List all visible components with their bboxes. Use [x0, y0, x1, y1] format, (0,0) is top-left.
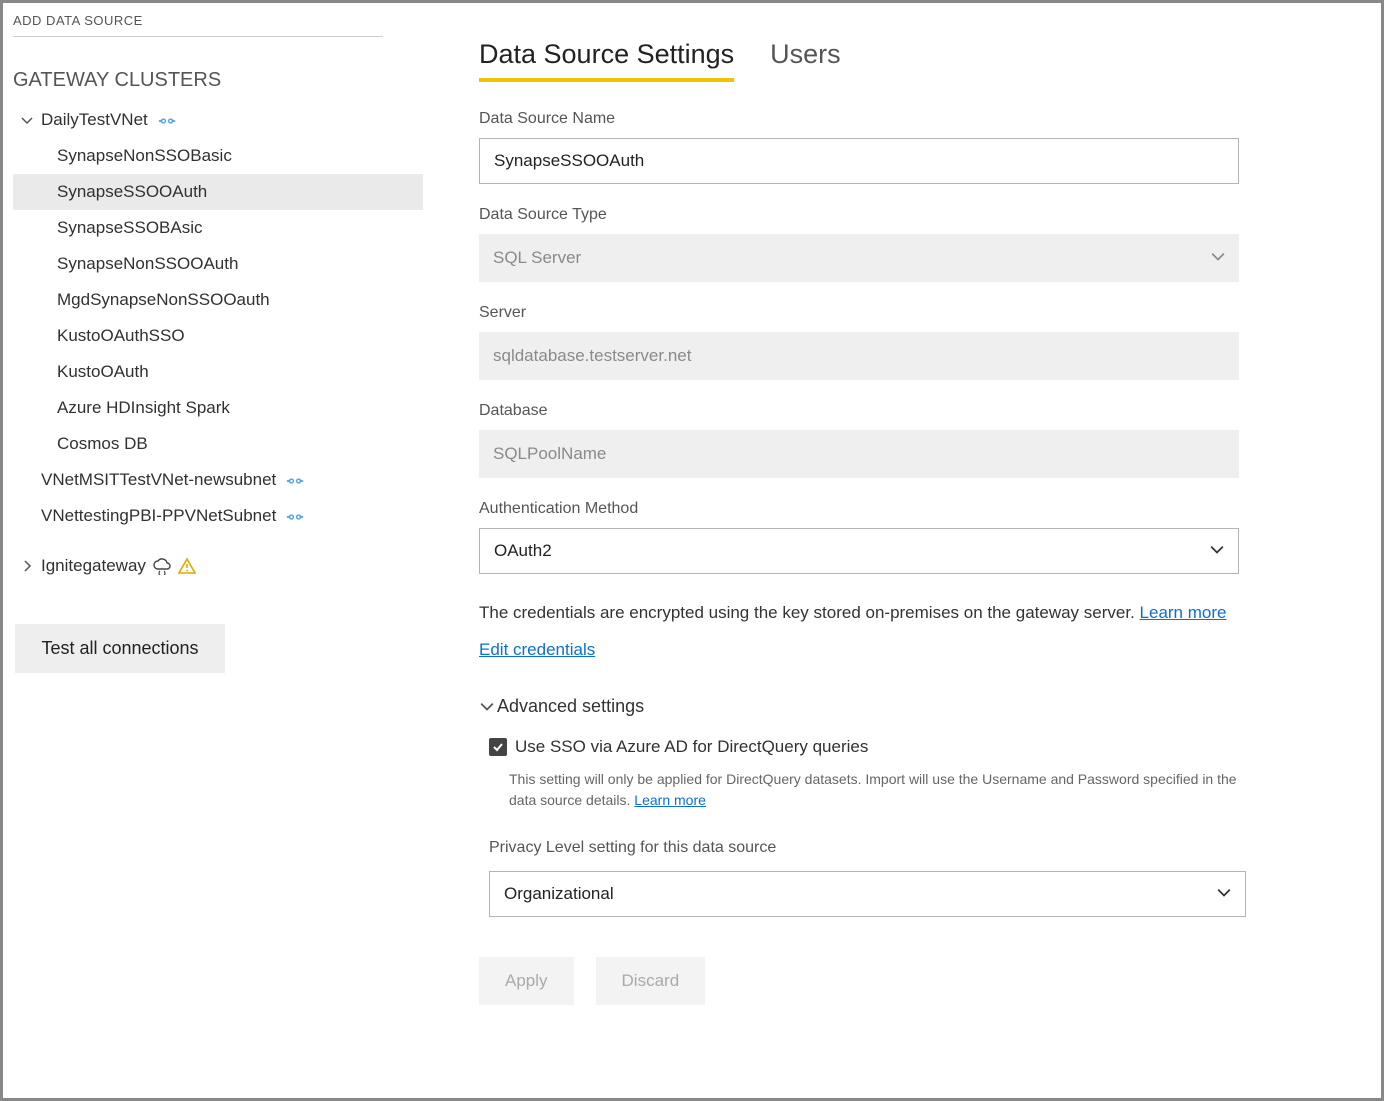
gateway-tree: DailyTestVNet SynapseNonSSOBasic Synapse… [3, 102, 423, 584]
sso-help-text: This setting will only be applied for Di… [489, 769, 1239, 811]
cluster-label: DailyTestVNet [41, 110, 148, 130]
datasource-item[interactable]: SynapseSSOBAsic [13, 210, 423, 246]
data-source-name-input[interactable] [479, 138, 1239, 184]
datasource-label: SynapseNonSSOBasic [57, 146, 232, 166]
sso-checkbox-label: Use SSO via Azure AD for DirectQuery que… [515, 737, 868, 757]
data-source-type-select: SQL Server [479, 234, 1239, 282]
label-database: Database [479, 402, 1239, 420]
chevron-down-icon [1211, 248, 1225, 268]
datasource-label: KustoOAuth [57, 362, 149, 382]
data-source-type-value: SQL Server [493, 248, 581, 268]
datasource-label: KustoOAuthSSO [57, 326, 185, 346]
cluster-label: Ignitegateway [41, 556, 146, 576]
label-ds-name: Data Source Name [479, 110, 1239, 128]
privacy-level-value: Organizational [504, 884, 614, 904]
label-ds-type: Data Source Type [479, 206, 1239, 224]
cluster-dailytestvnet[interactable]: DailyTestVNet [13, 102, 423, 138]
chevron-down-icon [479, 698, 495, 714]
gateway-clusters-heading: GATEWAY CLUSTERS [3, 37, 423, 102]
server-readonly: sqldatabase.testserver.net [479, 332, 1239, 380]
test-all-connections-button[interactable]: Test all connections [15, 624, 225, 673]
discard-button[interactable]: Discard [596, 957, 706, 1005]
sidebar: ADD DATA SOURCE GATEWAY CLUSTERS DailyTe… [3, 3, 423, 1098]
vnet-link-icon [286, 509, 304, 523]
tab-data-source-settings[interactable]: Data Source Settings [479, 39, 734, 82]
vnet-link-icon [158, 113, 176, 127]
chevron-right-icon [19, 558, 35, 574]
sso-help-body: This setting will only be applied for Di… [509, 771, 1237, 808]
datasource-item[interactable]: SynapseNonSSOBasic [13, 138, 423, 174]
datasource-label: SynapseSSOBAsic [57, 218, 203, 238]
tab-users[interactable]: Users [770, 39, 841, 82]
chevron-down-icon [1210, 541, 1224, 561]
cluster-vnettestingpbi[interactable]: VNettestingPBI-PPVNetSubnet [13, 498, 423, 534]
datasource-item[interactable]: Azure HDInsight Spark [13, 390, 423, 426]
add-data-source-link[interactable]: ADD DATA SOURCE [3, 9, 423, 36]
datasource-label: Azure HDInsight Spark [57, 398, 230, 418]
label-auth-method: Authentication Method [479, 500, 1239, 518]
privacy-level-select[interactable]: Organizational [489, 871, 1246, 917]
datasource-item[interactable]: MgdSynapseNonSSOOauth [13, 282, 423, 318]
datasource-label: SynapseNonSSOOAuth [57, 254, 238, 274]
datasource-item[interactable]: SynapseNonSSOOAuth [13, 246, 423, 282]
datasource-item[interactable]: Cosmos DB [13, 426, 423, 462]
sso-checkbox[interactable] [489, 738, 507, 756]
warning-icon [178, 557, 196, 575]
database-value: SQLPoolName [493, 444, 606, 464]
credentials-note: The credentials are encrypted using the … [479, 600, 1239, 626]
cluster-label: VNettestingPBI-PPVNetSubnet [41, 506, 276, 526]
datasource-label: Cosmos DB [57, 434, 148, 454]
apply-button[interactable]: Apply [479, 957, 574, 1005]
sso-learn-more-link[interactable]: Learn more [634, 792, 706, 808]
main-panel: Data Source Settings Users Data Source N… [423, 3, 1381, 1098]
label-server: Server [479, 304, 1239, 322]
datasource-label: SynapseSSOOAuth [57, 182, 207, 202]
datasource-item[interactable]: KustoOAuth [13, 354, 423, 390]
advanced-settings-label: Advanced settings [497, 696, 644, 717]
sso-checkbox-row[interactable]: Use SSO via Azure AD for DirectQuery que… [489, 737, 1239, 757]
cluster-ignitegateway[interactable]: Ignitegateway [13, 548, 423, 584]
advanced-settings-toggle[interactable]: Advanced settings [479, 696, 1239, 717]
datasource-label: MgdSynapseNonSSOOauth [57, 290, 270, 310]
auth-method-select[interactable]: OAuth2 [479, 528, 1239, 574]
database-readonly: SQLPoolName [479, 430, 1239, 478]
chevron-down-icon [19, 112, 35, 128]
form-buttons: Apply Discard [479, 957, 1239, 1005]
edit-credentials-link[interactable]: Edit credentials [479, 640, 595, 660]
datasource-item-selected[interactable]: SynapseSSOOAuth [13, 174, 423, 210]
cluster-vnetmsit[interactable]: VNetMSITTestVNet-newsubnet [13, 462, 423, 498]
chevron-down-icon [1217, 884, 1231, 904]
tabs: Data Source Settings Users [479, 39, 1381, 82]
server-value: sqldatabase.testserver.net [493, 346, 691, 366]
advanced-settings-body: Use SSO via Azure AD for DirectQuery que… [479, 737, 1239, 917]
settings-form: Data Source Name Data Source Type SQL Se… [479, 110, 1239, 1005]
vnet-link-icon [286, 473, 304, 487]
auth-method-value: OAuth2 [494, 541, 552, 561]
learn-more-link[interactable]: Learn more [1140, 603, 1227, 622]
cluster-label: VNetMSITTestVNet-newsubnet [41, 470, 276, 490]
cloud-sync-icon [152, 557, 172, 575]
datasource-item[interactable]: KustoOAuthSSO [13, 318, 423, 354]
credentials-note-text: The credentials are encrypted using the … [479, 603, 1140, 622]
privacy-level-label: Privacy Level setting for this data sour… [489, 839, 1239, 857]
